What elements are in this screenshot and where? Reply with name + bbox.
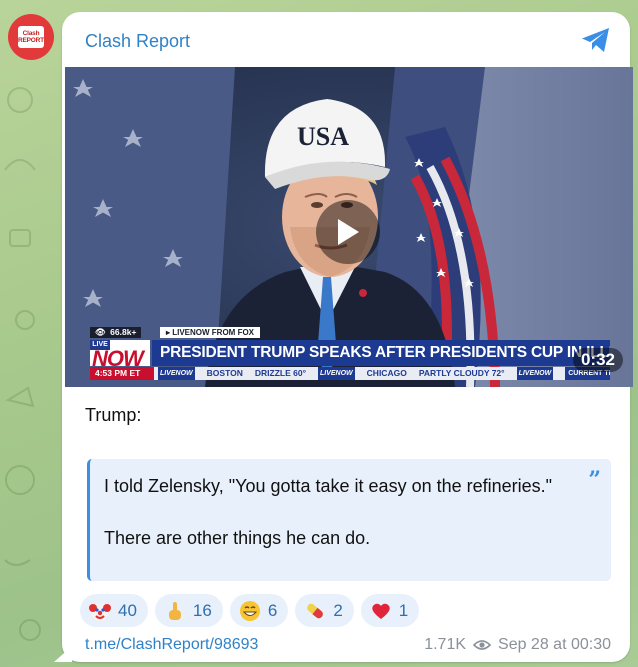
- reaction-middle-finger[interactable]: 16: [154, 594, 223, 627]
- eye-icon: 👁: [95, 327, 106, 337]
- avatar-logo: Clash REPORT: [18, 26, 44, 48]
- telegram-share-icon: [582, 28, 609, 52]
- reactions-bar: 40 16 6 2 1: [80, 594, 420, 627]
- post-meta: 1.71K Sep 28 at 00:30: [424, 636, 611, 654]
- headline-bar: PRESIDENT TRUMP SPEAKS AFTER PRESIDENTS …: [152, 340, 610, 366]
- quote-block: I told Zelensky, "You gotta take it easy…: [87, 459, 611, 581]
- post-date: Sep 28 at 00:30: [498, 636, 611, 653]
- pill-emoji-icon: [307, 603, 324, 618]
- red-heart-emoji-icon: [372, 603, 390, 619]
- play-button[interactable]: [316, 200, 380, 264]
- video-player[interactable]: USA 👁 66.8k+ ▸ LIVENOW FROM FOX LIVE NOW…: [65, 67, 633, 387]
- view-count: 1.71K: [424, 636, 467, 653]
- share-button[interactable]: [580, 26, 612, 54]
- clown-emoji-icon: [89, 602, 111, 621]
- middle-finger-emoji-icon: [168, 601, 181, 620]
- eye-icon: [473, 640, 492, 650]
- view-count-chip: 👁 66.8k+: [90, 327, 142, 338]
- message-bubble: Clash Report USA 👁 66.8k+ ▸ LIVENOW FROM…: [62, 12, 633, 662]
- play-icon: [338, 219, 359, 245]
- reaction-grinning[interactable]: 6: [229, 594, 289, 627]
- video-duration: 0:32: [572, 348, 623, 372]
- channel-name[interactable]: Clash Report: [85, 31, 190, 52]
- post-link[interactable]: t.me/ClashReport/98693: [85, 636, 258, 654]
- reaction-pill[interactable]: 2: [295, 594, 354, 627]
- quote-icon: ”: [588, 467, 601, 493]
- reaction-clown[interactable]: 40: [80, 594, 148, 627]
- quote-line: There are other things he can do.: [104, 528, 371, 548]
- live-now-logo: LIVE NOW: [90, 340, 150, 371]
- news-lower-third: 👁 66.8k+ ▸ LIVENOW FROM FOX LIVE NOW PRE…: [90, 327, 610, 383]
- svg-text:USA: USA: [297, 122, 349, 151]
- grinning-emoji-icon: [239, 600, 260, 621]
- channel-avatar[interactable]: Clash REPORT: [8, 14, 54, 60]
- reaction-heart[interactable]: 1: [360, 594, 420, 627]
- post-intro: Trump:: [85, 405, 142, 425]
- weather-ticker: LIVENOW BOSTON DRIZZLE 60° LIVENOW CHICA…: [154, 367, 610, 380]
- timestamp-bar: 4:53 PM ET: [90, 367, 154, 380]
- quote-line: I told Zelensky, "You gotta take it easy…: [104, 476, 553, 496]
- source-chip: ▸ LIVENOW FROM FOX: [160, 327, 261, 338]
